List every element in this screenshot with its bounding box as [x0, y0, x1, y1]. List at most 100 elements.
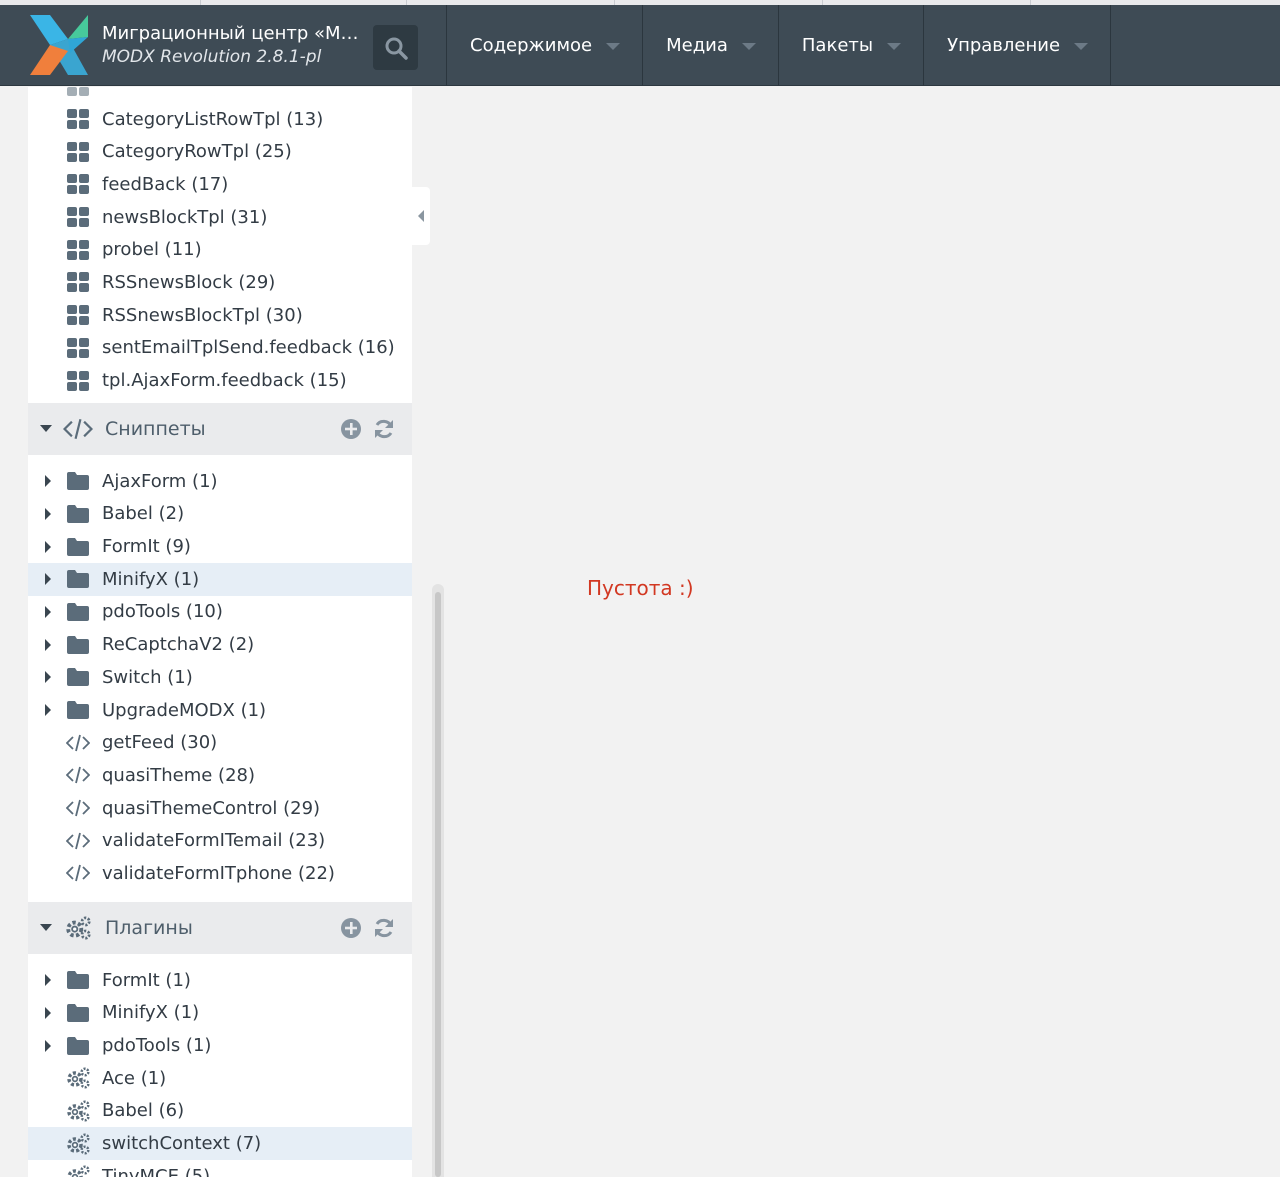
tree-folder[interactable]: Switch (1) [28, 661, 412, 694]
tree-item-plugin[interactable]: switchContext (7) [28, 1127, 412, 1160]
chunk-label: newsBlockTpl (31) [102, 206, 268, 228]
folder-label: pdoTools (10) [102, 601, 223, 623]
chunk-grid-icon [67, 142, 89, 162]
sidebar-collapse-button[interactable] [412, 187, 430, 245]
folder-icon [67, 668, 89, 686]
caret-right-icon[interactable] [45, 573, 51, 586]
tree-item-chunk[interactable]: sentEmailTplSend.feedback (16) [28, 332, 412, 365]
tree-item-plugin[interactable]: TinyMCE (5) [28, 1160, 412, 1177]
tree-folder[interactable]: MinifyX (1) [28, 997, 412, 1030]
gears-icon [66, 1165, 90, 1177]
caret-right-icon[interactable] [45, 507, 51, 520]
chunk-grid-icon [67, 174, 89, 194]
caret-right-icon[interactable] [45, 704, 51, 717]
gears-icon [66, 1067, 90, 1089]
tree-folder[interactable]: pdoTools (10) [28, 596, 412, 629]
chunk-grid-icon [67, 87, 89, 96]
tree-folder[interactable]: UpgradeMODX (1) [28, 694, 412, 727]
caret-right-icon[interactable] [45, 605, 51, 618]
menu-manage-label: Управление [947, 35, 1061, 56]
folder-label: FormIt (9) [102, 536, 191, 558]
tree-item-snippet[interactable]: quasiThemeControl (29) [28, 792, 412, 825]
chunk-grid-icon [67, 272, 89, 292]
caret-right-icon[interactable] [45, 540, 51, 553]
tree-item-snippet[interactable]: validateFormITemail (23) [28, 824, 412, 857]
tree-item-chunk[interactable]: tpl.AjaxForm.feedback (15) [28, 364, 412, 397]
chunk-grid-icon [67, 207, 89, 227]
gears-icon [63, 916, 93, 940]
plugin-label: switchContext (7) [102, 1133, 262, 1155]
modx-logo-icon[interactable] [30, 15, 88, 75]
caret-right-icon[interactable] [45, 1039, 51, 1052]
caret-right-icon[interactable] [45, 974, 51, 987]
add-circle-icon[interactable] [340, 917, 362, 939]
refresh-icon[interactable] [373, 418, 395, 440]
section-snippets-title: Сниппеты [105, 417, 206, 440]
code-icon [66, 799, 90, 817]
chunk-label: CategoryListRowTpl (13) [102, 108, 324, 130]
sidebar-scrollbar[interactable] [432, 584, 444, 1177]
tree-item-chunk[interactable]: newsBlockTpl (31) [28, 201, 412, 234]
tree-item-chunk[interactable]: RSSnewsBlock (29) [28, 266, 412, 299]
chunk-label: CategoryRowTpl (25) [102, 141, 292, 163]
tree-item-plugin[interactable]: Ace (1) [28, 1062, 412, 1095]
tree-item-snippet[interactable]: getFeed (30) [28, 726, 412, 759]
menu-manage[interactable]: Управление [924, 5, 1112, 86]
tree-folder[interactable]: MinifyX (1) [28, 562, 412, 596]
folder-icon [67, 570, 89, 588]
folder-icon [67, 472, 89, 490]
tree-folder[interactable]: FormIt (9) [28, 530, 412, 563]
main-menu: Содержимое Медиа Пакеты Управление [446, 5, 1112, 86]
caret-left-icon [418, 210, 424, 222]
section-snippets-header[interactable]: Сниппеты [28, 402, 412, 455]
snippets-list: AjaxForm (1) Babel (2) FormIt (9) Minify… [28, 454, 412, 902]
tree-item-plugin[interactable]: Babel (6) [28, 1095, 412, 1128]
chunk-grid-icon [67, 305, 89, 325]
tree-item-snippet[interactable]: validateFormITphone (22) [28, 857, 412, 890]
tree-item-chunk[interactable]: feedBack (17) [28, 168, 412, 201]
folder-icon [67, 505, 89, 523]
folder-label: MinifyX (1) [102, 568, 200, 590]
caret-right-icon[interactable] [45, 671, 51, 684]
caret-right-icon[interactable] [45, 1006, 51, 1019]
chevron-down-icon [606, 43, 621, 50]
tree-item-chunk[interactable]: RSSnewsBlockTpl (30) [28, 299, 412, 332]
plugins-list: FormIt (1) MinifyX (1) pdoTools (1) Ace … [28, 953, 412, 1177]
section-plugins-header[interactable]: Плагины [28, 901, 412, 954]
chevron-down-icon [741, 43, 756, 50]
folder-icon [67, 636, 89, 654]
empty-message: Пустота :) [587, 576, 694, 600]
caret-right-icon[interactable] [45, 638, 51, 651]
tree-folder[interactable]: ReCaptchaV2 (2) [28, 628, 412, 661]
tree-item-snippet[interactable]: quasiTheme (28) [28, 759, 412, 792]
menu-packages-label: Пакеты [801, 35, 874, 56]
caret-right-icon[interactable] [45, 475, 51, 488]
tree-folder[interactable]: AjaxForm (1) [28, 465, 412, 498]
add-circle-icon[interactable] [340, 418, 362, 440]
tree-folder[interactable]: pdoTools (1) [28, 1029, 412, 1062]
folder-label: FormIt (1) [102, 969, 191, 991]
folder-label: pdoTools (1) [102, 1035, 212, 1057]
tree-item-chunk[interactable]: probel (11) [28, 233, 412, 266]
plugin-label: Ace (1) [102, 1067, 167, 1089]
snippet-label: validateFormITphone (22) [102, 862, 335, 884]
menu-content[interactable]: Содержимое [446, 5, 644, 86]
tree-folder[interactable]: FormIt (1) [28, 964, 412, 997]
chunk-label: tpl.AjaxForm.feedback (15) [102, 370, 347, 392]
menu-packages[interactable]: Пакеты [779, 5, 925, 86]
scrollbar-thumb[interactable] [435, 592, 441, 1177]
element-tree: CategoryListRowTpl (13) CategoryRowTpl (… [28, 87, 412, 1177]
refresh-icon[interactable] [373, 917, 395, 939]
tree-item-chunk[interactable]: CategoryListRowTpl (13) [28, 103, 412, 136]
chunk-grid-icon [67, 338, 89, 358]
menu-media[interactable]: Медиа [643, 5, 779, 86]
search-button[interactable] [373, 25, 418, 70]
tree-folder[interactable]: Babel (2) [28, 498, 412, 531]
tree-item-chunk[interactable]: CategoryRowTpl (25) [28, 135, 412, 168]
snippet-label: validateFormITemail (23) [102, 830, 326, 852]
tree-item-chunk[interactable] [28, 87, 412, 103]
snippet-label: quasiThemeControl (29) [102, 797, 321, 819]
plugin-label: TinyMCE (5) [102, 1165, 211, 1177]
folder-icon [67, 1037, 89, 1055]
site-name[interactable]: Миграционный центр «Мо... [102, 23, 364, 44]
